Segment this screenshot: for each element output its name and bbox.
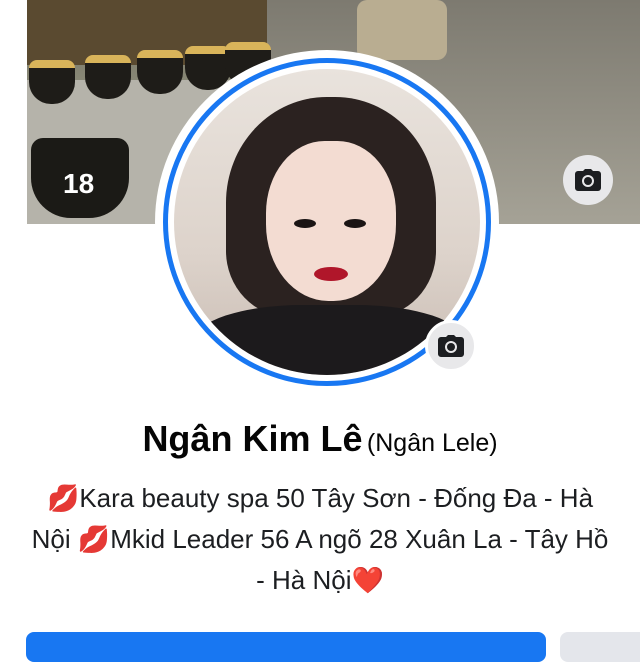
edit-profile-picture-button[interactable] — [425, 320, 477, 372]
bowl-number: 18 — [63, 168, 95, 199]
lips-emoji: 💋 — [77, 524, 111, 554]
cover-person — [357, 0, 447, 60]
camera-icon — [438, 335, 464, 357]
camera-icon — [575, 169, 601, 191]
bio-line: - Hà Nội❤️ — [14, 560, 626, 601]
bio-text: - Hà Nội — [256, 565, 352, 595]
avatar-eye — [294, 219, 316, 228]
edit-cover-button[interactable] — [563, 155, 613, 205]
alms-bowl — [29, 60, 75, 104]
avatar-lips — [314, 267, 348, 281]
avatar-shirt — [194, 305, 464, 375]
more-options-button[interactable] — [560, 632, 640, 662]
profile-alternate-name: (Ngân Lele) — [366, 429, 498, 457]
alms-bowl — [85, 55, 131, 99]
alms-bowl — [137, 50, 183, 94]
bio-text: Mkid Leader 56 A ngõ 28 Xuân La - Tây Hồ — [110, 524, 609, 554]
bio-text: Kara beauty spa 50 Tây Sơn - Đống Đa - H… — [79, 483, 594, 513]
avatar-eye — [344, 219, 366, 228]
profile-name: Ngân Kim Lê — [142, 418, 363, 459]
profile-name-line: Ngân Kim Lê (Ngân Lele) — [0, 418, 640, 460]
bio-text: Nội — [31, 524, 78, 554]
add-to-story-button[interactable] — [26, 632, 546, 662]
bio-line: Nội 💋Mkid Leader 56 A ngõ 28 Xuân La - T… — [14, 519, 626, 560]
lips-emoji: 💋 — [46, 483, 80, 513]
profile-bio: 💋Kara beauty spa 50 Tây Sơn - Đống Đa - … — [14, 478, 626, 601]
bio-line: 💋Kara beauty spa 50 Tây Sơn - Đống Đa - … — [14, 478, 626, 519]
heart-emoji: ❤️ — [351, 565, 384, 595]
